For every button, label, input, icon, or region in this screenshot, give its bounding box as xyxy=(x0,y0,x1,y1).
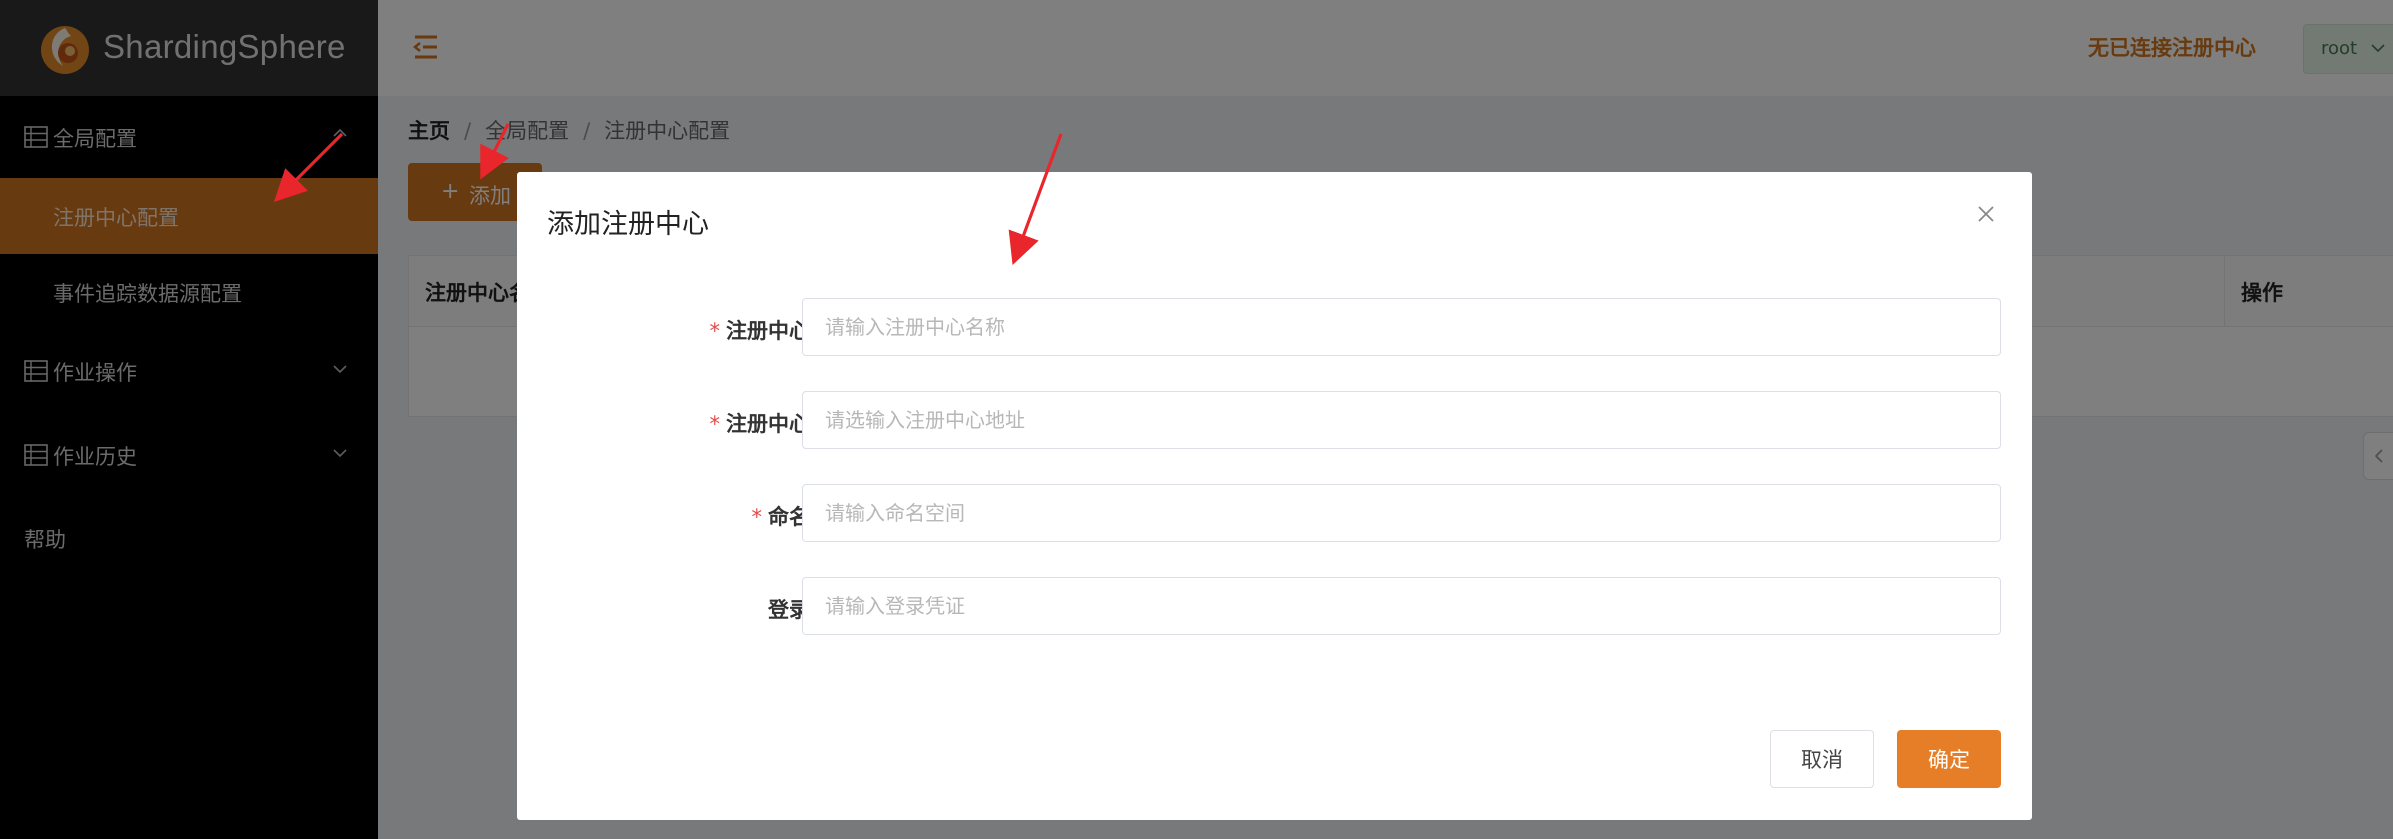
confirm-button[interactable]: 确定 xyxy=(1897,730,2001,788)
registry-address-input[interactable] xyxy=(802,391,2001,449)
add-registry-dialog: 添加注册中心 *注册中心名称 *注册中心地址 *命名空间 登录凭证 取消 确定 xyxy=(517,172,2032,820)
required-mark: * xyxy=(709,412,721,436)
required-mark: * xyxy=(709,319,721,343)
cancel-button[interactable]: 取消 xyxy=(1770,730,1874,788)
dialog-title: 添加注册中心 xyxy=(547,209,709,240)
login-credential-input[interactable] xyxy=(802,577,2001,635)
registry-name-input[interactable] xyxy=(802,298,2001,356)
namespace-input[interactable] xyxy=(802,484,2001,542)
required-mark: * xyxy=(751,505,763,529)
close-icon[interactable] xyxy=(1975,203,1997,225)
